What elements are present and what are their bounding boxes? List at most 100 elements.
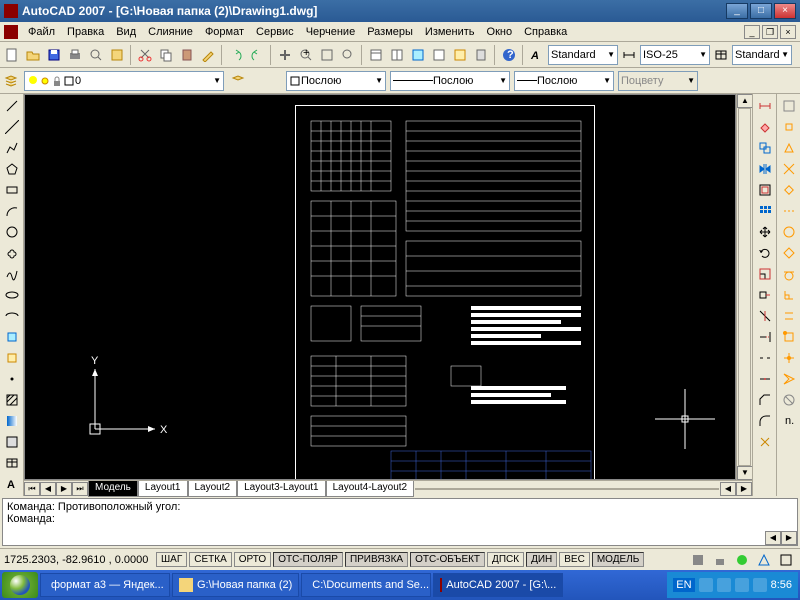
taskbar-item-browser[interactable]: формат а3 — Яндек... <box>40 573 170 597</box>
status-otrack[interactable]: ОТС-ОБЪЕКТ <box>410 552 485 567</box>
properties-button[interactable] <box>366 45 386 65</box>
distance-button[interactable] <box>755 96 775 116</box>
arc-button[interactable] <box>2 201 22 221</box>
preview-button[interactable] <box>86 45 106 65</box>
mirror-button[interactable] <box>755 159 775 179</box>
color-combo[interactable]: Послою ▼ <box>286 71 386 91</box>
publish-button[interactable] <box>107 45 127 65</box>
cut-button[interactable] <box>135 45 155 65</box>
osnap-ins-button[interactable] <box>779 327 799 347</box>
tablestyle-combo[interactable]: Standard▼ <box>732 45 792 65</box>
scroll-right-button[interactable]: ▶ <box>736 482 752 496</box>
zoom-realtime-button[interactable]: + <box>296 45 316 65</box>
menu-help[interactable]: Справка <box>518 24 573 40</box>
status-lock-icon[interactable] <box>710 550 730 570</box>
copy-button[interactable] <box>156 45 176 65</box>
minimize-button[interactable]: _ <box>726 3 748 19</box>
menu-window[interactable]: Окно <box>481 24 519 40</box>
status-ducs[interactable]: ДПСК <box>487 552 524 567</box>
osnap-qua-button[interactable] <box>779 243 799 263</box>
osnap-nea-button[interactable] <box>779 369 799 389</box>
polygon-button[interactable] <box>2 159 22 179</box>
print-button[interactable] <box>65 45 85 65</box>
tray-icon[interactable] <box>717 578 731 592</box>
erase-button[interactable] <box>755 117 775 137</box>
status-annoscale-icon[interactable] <box>754 550 774 570</box>
mdi-minimize[interactable]: _ <box>744 25 760 39</box>
hatch-button[interactable] <box>2 390 22 410</box>
tempoverride-button[interactable] <box>779 96 799 116</box>
status-polar[interactable]: ОТС-ПОЛЯР <box>273 552 343 567</box>
menu-edit[interactable]: Правка <box>61 24 110 40</box>
sheetset-button[interactable] <box>429 45 449 65</box>
taskbar-item-folder2[interactable]: C:\Documents and Se... <box>301 573 431 597</box>
drawing-canvas[interactable]: X Y <box>24 94 736 480</box>
ellipsearc-button[interactable] <box>2 306 22 326</box>
tab-first-button[interactable]: ⏮ <box>24 482 40 496</box>
scale-button[interactable] <box>755 264 775 284</box>
ellipse-button[interactable] <box>2 285 22 305</box>
redo-button[interactable] <box>247 45 267 65</box>
hscroll-track[interactable] <box>415 488 719 490</box>
toolpalettes-button[interactable] <box>408 45 428 65</box>
pline-button[interactable] <box>2 138 22 158</box>
status-lwt[interactable]: ВЕС <box>559 552 590 567</box>
menu-insert[interactable]: Слияние <box>142 24 199 40</box>
join-button[interactable] <box>755 369 775 389</box>
osnap-tan-button[interactable] <box>779 264 799 284</box>
status-clean-icon[interactable] <box>776 550 796 570</box>
osnap-settings-button[interactable]: n. <box>779 411 799 431</box>
menu-view[interactable]: Вид <box>110 24 142 40</box>
tray-icon[interactable] <box>735 578 749 592</box>
insert-button[interactable] <box>2 327 22 347</box>
chamfer-button[interactable] <box>755 390 775 410</box>
undo-button[interactable] <box>226 45 246 65</box>
tray-icon[interactable] <box>753 578 767 592</box>
point-button[interactable] <box>2 369 22 389</box>
clock[interactable]: 8:56 <box>771 579 792 591</box>
osnap-appint-button[interactable] <box>779 180 799 200</box>
tab-layout1[interactable]: Layout1 <box>138 481 188 497</box>
cmd-scroll-left[interactable]: ◀ <box>765 531 781 545</box>
fillet-button[interactable] <box>755 411 775 431</box>
save-button[interactable] <box>44 45 64 65</box>
status-osnap[interactable]: ПРИВЯЗКА <box>345 552 408 567</box>
help-button[interactable]: ? <box>499 45 519 65</box>
dimstyle-combo[interactable]: ISO-25▼ <box>640 45 710 65</box>
menu-draw[interactable]: Черчение <box>300 24 362 40</box>
tab-last-button[interactable]: ⏭ <box>72 482 88 496</box>
tab-layout4[interactable]: Layout4-Layout2 <box>326 481 415 497</box>
table-button[interactable] <box>2 453 22 473</box>
xline-button[interactable] <box>2 117 22 137</box>
layer-manager-button[interactable] <box>2 71 20 91</box>
tab-layout2[interactable]: Layout2 <box>188 481 238 497</box>
rotate-button[interactable] <box>755 243 775 263</box>
dimstyle-icon[interactable] <box>619 45 639 65</box>
status-ortho[interactable]: ОРТО <box>234 552 271 567</box>
language-indicator[interactable]: EN <box>673 578 694 592</box>
extend-button[interactable] <box>755 327 775 347</box>
scroll-up-button[interactable]: ▲ <box>737 94 753 108</box>
tray-icon[interactable] <box>699 578 713 592</box>
pan-button[interactable] <box>275 45 295 65</box>
osnap-par-button[interactable] <box>779 306 799 326</box>
explode-button[interactable] <box>755 432 775 452</box>
maximize-button[interactable]: □ <box>750 3 772 19</box>
taskbar-item-autocad[interactable]: AutoCAD 2007 - [G:\... <box>433 573 563 597</box>
osnap-non-button[interactable] <box>779 390 799 410</box>
command-window[interactable]: Команда: Противоположный угол: Команда: … <box>2 498 798 546</box>
open-button[interactable] <box>23 45 43 65</box>
tab-layout3[interactable]: Layout3-Layout1 <box>237 481 326 497</box>
region-button[interactable] <box>2 432 22 452</box>
tab-model[interactable]: Модель <box>88 481 138 497</box>
gradient-button[interactable] <box>2 411 22 431</box>
new-button[interactable] <box>2 45 22 65</box>
layer-combo[interactable]: 0 ▼ <box>24 71 224 91</box>
tab-prev-button[interactable]: ◀ <box>40 482 56 496</box>
taskbar-item-folder1[interactable]: G:\Новая папка (2) <box>172 573 299 597</box>
menu-file[interactable]: Файл <box>22 24 61 40</box>
mtext-button[interactable]: A <box>2 474 22 494</box>
circle-button[interactable] <box>2 222 22 242</box>
tab-next-button[interactable]: ▶ <box>56 482 72 496</box>
block-button[interactable] <box>2 348 22 368</box>
